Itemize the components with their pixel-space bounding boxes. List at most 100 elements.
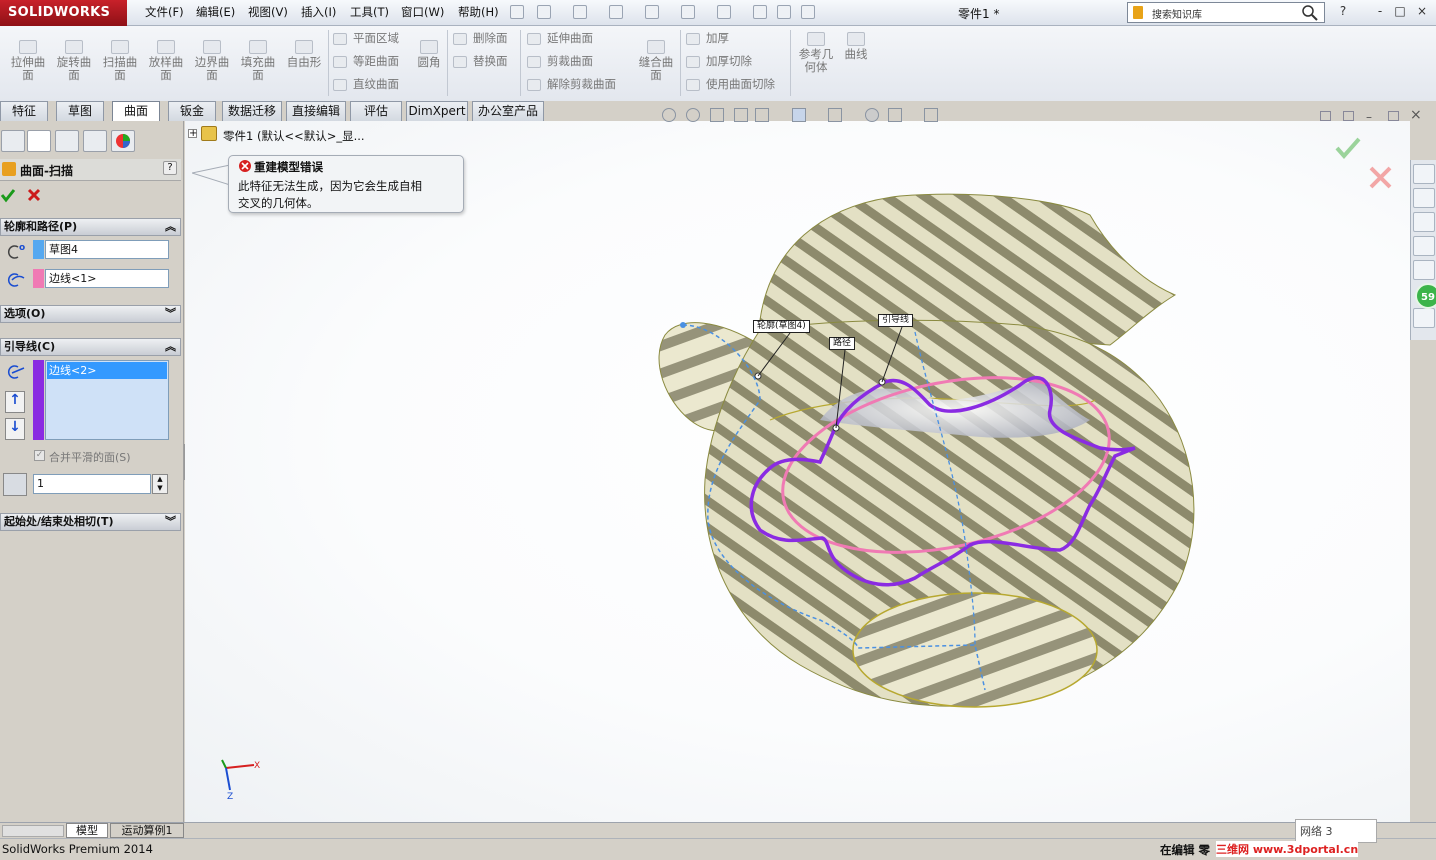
solidworks-resources-icon[interactable] (1413, 164, 1435, 184)
tab-office-products[interactable]: 办公室产品 (472, 101, 544, 121)
tree-root-label[interactable]: 零件1 (默认<<默认>_显... (223, 128, 365, 144)
knit-surface-button[interactable]: 缝合曲面 (636, 40, 676, 82)
curves-button[interactable]: 曲线 (842, 32, 870, 61)
property-manager-tab[interactable] (27, 130, 51, 152)
appearance-icon[interactable] (865, 108, 879, 122)
solidworks-logo[interactable]: SOLIDWORKS (0, 0, 127, 26)
ok-icon[interactable] (0, 187, 16, 203)
options-icon[interactable] (801, 5, 815, 19)
display-style-icon[interactable] (792, 108, 806, 122)
menu-tools[interactable]: 工具(T) (350, 4, 389, 20)
planar-surface-button[interactable]: 平面区域 (333, 30, 399, 46)
rebuild-error-callout[interactable]: 重建模型错误 此特征无法生成，因为它会生成自相 交叉的几何体。 (228, 155, 464, 213)
collapse-icon[interactable]: ︽ (165, 219, 176, 235)
revolved-surface-button[interactable]: 旋转曲面 (54, 40, 94, 82)
file-props-icon[interactable] (777, 5, 791, 19)
cancel-icon[interactable] (26, 187, 42, 203)
guide-label[interactable]: 引导线 (878, 314, 914, 327)
viewport-close-icon[interactable]: × (1410, 107, 1422, 123)
rebuild-icon[interactable] (753, 5, 767, 19)
lofted-surface-button[interactable]: 放样曲面 (146, 40, 186, 82)
swept-surface-button[interactable]: 扫描曲面 (100, 40, 140, 82)
model-view[interactable] (640, 185, 1220, 720)
home-icon[interactable] (1413, 188, 1435, 208)
scene-icon[interactable] (888, 108, 902, 122)
profile-label[interactable]: 轮廓(草图4) (753, 320, 810, 333)
sections-spin-input[interactable]: 1 (33, 474, 151, 494)
viewport-restore-icon[interactable] (1320, 111, 1331, 121)
maximize-button[interactable]: □ (1390, 4, 1410, 21)
reference-geometry-button[interactable]: 参考几何体 (796, 32, 836, 74)
filled-surface-button[interactable]: 填充曲面 (238, 40, 278, 82)
zoom-area-icon[interactable] (686, 108, 700, 122)
trim-surface-button[interactable]: 剪裁曲面 (527, 53, 616, 69)
tab-sketch[interactable]: 草图 (56, 101, 104, 121)
search-icon[interactable] (1302, 5, 1318, 21)
section-guide-curves[interactable]: 引导线(C) ︽ (0, 338, 181, 356)
custom-properties-icon[interactable] (1413, 308, 1435, 328)
guide-list-item[interactable]: 边线<2> (47, 362, 167, 379)
cut-with-surface-button[interactable]: 使用曲面切除 (686, 76, 775, 92)
previous-view-icon[interactable] (710, 108, 724, 122)
section-profile-path[interactable]: 轮廓和路径(P) ︽ (0, 218, 181, 236)
confirm-cancel-icon[interactable] (1368, 165, 1394, 191)
tab-scroll-arrows[interactable] (2, 825, 64, 837)
collapse-icon[interactable]: ︽ (165, 339, 176, 355)
pin-icon[interactable] (510, 5, 524, 19)
select-icon[interactable] (717, 5, 731, 19)
menu-edit[interactable]: 编辑(E) (196, 4, 235, 20)
delete-face-button[interactable]: 删除面 (453, 30, 508, 46)
search-box[interactable]: 搜索知识库 (1127, 2, 1325, 23)
file-explorer-icon[interactable] (1413, 236, 1435, 256)
configuration-tab[interactable] (55, 130, 79, 152)
notification-badge[interactable]: 59 (1415, 283, 1436, 309)
menu-help[interactable]: 帮助(H) (458, 4, 499, 20)
extruded-surface-button[interactable]: 拉伸曲面 (8, 40, 48, 82)
move-up-button[interactable]: ↑ (5, 391, 25, 413)
merge-faces-checkbox[interactable]: ✓ (34, 450, 45, 461)
display-manager-tab[interactable] (111, 130, 135, 152)
show-sections-icon[interactable] (3, 473, 27, 496)
thicken-cut-button[interactable]: 加厚切除 (686, 53, 775, 69)
print-icon[interactable] (645, 5, 659, 19)
minimize-button[interactable]: - (1370, 4, 1390, 21)
move-down-button[interactable]: ↓ (5, 418, 25, 440)
help-icon[interactable]: ? (163, 161, 177, 175)
save-icon[interactable] (609, 5, 623, 19)
viewport-minimize-icon[interactable]: – (1366, 110, 1372, 124)
feature-tree-tab[interactable] (1, 130, 25, 152)
new-doc-icon[interactable] (537, 5, 551, 19)
expand-icon[interactable]: ︾ (165, 306, 176, 322)
tab-surfaces[interactable]: 曲面 (112, 101, 160, 122)
view-palette-icon[interactable] (1413, 260, 1435, 280)
viewport-split-icon[interactable] (1343, 111, 1354, 121)
view-settings-icon[interactable] (924, 108, 938, 122)
untrim-surface-button[interactable]: 解除剪裁曲面 (527, 76, 616, 92)
menu-window[interactable]: 窗口(W) (401, 4, 444, 20)
tab-features[interactable]: 特征 (0, 101, 48, 121)
guide-list[interactable]: 边线<2> (45, 360, 169, 440)
open-icon[interactable] (573, 5, 587, 19)
design-library-icon[interactable] (1413, 212, 1435, 232)
spin-arrows[interactable]: ▲ ▼ (152, 474, 168, 494)
profile-field[interactable]: 草图4 (45, 240, 169, 259)
tab-model[interactable]: 模型 (66, 823, 108, 838)
hide-show-icon[interactable] (828, 108, 842, 122)
confirm-ok-icon[interactable] (1334, 136, 1362, 160)
expand-icon[interactable]: ︾ (165, 514, 176, 530)
boundary-surface-button[interactable]: 边界曲面 (192, 40, 232, 82)
dimxpert-tab[interactable] (83, 130, 107, 152)
section-view-icon[interactable] (734, 108, 748, 122)
thicken-button[interactable]: 加厚 (686, 30, 775, 46)
section-tangency[interactable]: 起始处/结束处相切(T) ︾ (0, 513, 181, 531)
section-options[interactable]: 选项(O) ︾ (0, 305, 181, 323)
tab-sheet-metal[interactable]: 钣金 (168, 101, 216, 121)
path-field[interactable]: 边线<1> (45, 269, 169, 288)
zoom-to-fit-icon[interactable] (662, 108, 676, 122)
tab-dimxpert[interactable]: DimXpert (406, 101, 468, 121)
tab-motion-study[interactable]: 运动算例1 (110, 823, 184, 838)
replace-face-button[interactable]: 替换面 (453, 53, 508, 69)
expand-tree-icon[interactable]: + (188, 129, 197, 139)
help-button[interactable]: ? (1333, 4, 1353, 21)
viewport-maximize-icon[interactable] (1388, 111, 1399, 121)
